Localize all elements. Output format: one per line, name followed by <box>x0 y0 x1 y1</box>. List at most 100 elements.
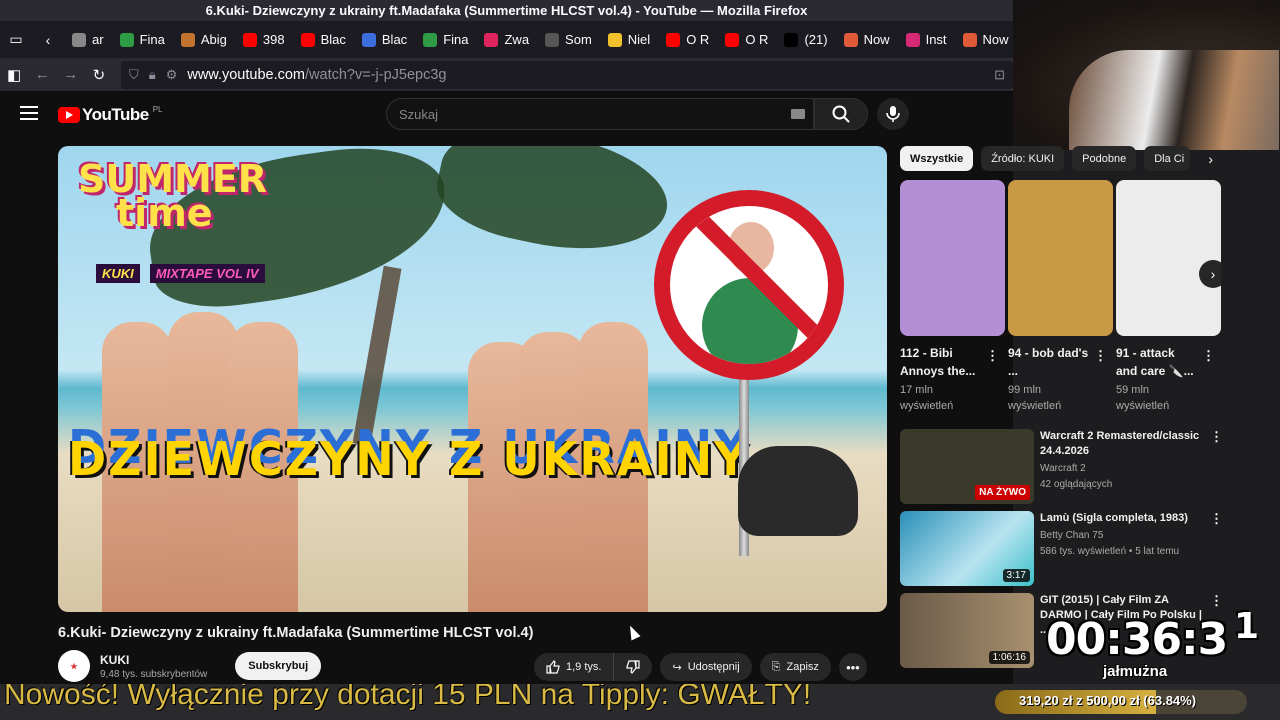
rec-title[interactable]: Lamù (Sigla completa, 1983) <box>1040 511 1212 526</box>
browser-tab[interactable]: Inst <box>898 21 955 58</box>
short-thumbnail[interactable] <box>900 180 1005 336</box>
more-vert-icon[interactable]: ⋮ <box>1094 348 1107 364</box>
microphone-icon <box>886 106 900 122</box>
browser-tab[interactable]: ar <box>64 21 112 58</box>
screenshot-icon[interactable]: ⊡ <box>994 67 1005 83</box>
channel-name[interactable]: KUKI <box>100 653 207 667</box>
more-vert-icon[interactable]: ⋮ <box>986 348 999 364</box>
rec-meta: 586 tys. wyświetleń • 5 lat temu <box>1040 546 1180 557</box>
stream-timer: 00:36:3 <box>1046 614 1228 665</box>
rec-title[interactable]: Warcraft 2 Remastered/classic 24.4.2026 <box>1040 429 1212 459</box>
yt-header: YouTube PL Szukaj <box>0 92 1013 136</box>
chip-for-you[interactable]: Dla Ci <box>1144 146 1191 171</box>
voice-search-button[interactable] <box>877 98 909 130</box>
short-item[interactable]: › 91 - attack and care 🔪... 59 mln wyświ… <box>1116 180 1221 414</box>
recommended-item[interactable]: 3:17 Lamù (Sigla completa, 1983) Betty C… <box>900 511 1230 586</box>
duration-badge: 1:06:16 <box>988 651 1030 664</box>
video-player[interactable]: SUMMER time KUKI MIXTAPE VOL IV DZIEWCZYN… <box>58 146 887 612</box>
reload-icon[interactable]: ↻ <box>85 60 113 89</box>
short-thumbnail[interactable]: › <box>1116 180 1221 336</box>
palm-trunk-decoration <box>352 265 402 447</box>
short-item[interactable]: 112 - Bibi Annoys the... 17 mln wyświetl… <box>900 180 1005 414</box>
permissions-icon[interactable]: ⚙ <box>166 67 178 83</box>
browser-tab[interactable]: Now <box>836 21 898 58</box>
browser-tab[interactable]: Fina <box>112 21 173 58</box>
lock-icon[interactable]: 🔒︎ <box>149 67 156 83</box>
browser-tab[interactable]: O R <box>658 21 717 58</box>
menu-icon[interactable] <box>20 106 38 120</box>
browser-tab[interactable]: Now <box>955 21 1013 58</box>
tab-label: O R <box>686 32 710 47</box>
thumbs-up-icon <box>546 660 560 674</box>
keyboard-icon[interactable] <box>791 109 805 119</box>
chip-source[interactable]: Źródło: KUKI <box>981 146 1065 171</box>
url-text[interactable]: www.youtube.com/watch?v=-j-pJ5epc3g <box>187 67 446 83</box>
tab-scroll-left-icon[interactable]: ‹ <box>32 21 64 58</box>
browser-tab[interactable]: O R <box>717 21 776 58</box>
channel-avatar[interactable]: ★ <box>58 650 90 682</box>
short-title[interactable]: 94 - bob dad's ... <box>1008 344 1090 380</box>
webcam-feed <box>1013 0 1280 150</box>
browser-tab[interactable]: Fina <box>415 21 476 58</box>
rec-thumbnail[interactable]: 3:17 <box>900 511 1034 586</box>
search-input[interactable]: Szukaj <box>386 98 814 130</box>
chip-all[interactable]: Wszystkie <box>900 146 974 171</box>
short-title[interactable]: 91 - attack and care 🔪... <box>1116 344 1198 380</box>
browser-tab[interactable]: (21) <box>776 21 835 58</box>
browser-tab[interactable]: 398 <box>235 21 293 58</box>
chevron-right-icon[interactable]: › <box>1198 146 1223 171</box>
like-button[interactable]: 1,9 tys. <box>534 653 615 681</box>
recommended-item[interactable]: NA ŻYWO Warcraft 2 Remastered/classic 24… <box>900 429 1230 504</box>
tab-favicon-icon <box>843 32 858 47</box>
short-thumbnail[interactable] <box>1008 180 1113 336</box>
short-item[interactable]: 94 - bob dad's ... 99 mln wyświetleń ⋮ <box>1008 180 1113 414</box>
rec-channel[interactable]: Betty Chan 75 <box>1040 529 1212 543</box>
subscribe-button[interactable]: Subskrybuj <box>235 652 322 680</box>
more-actions-button[interactable]: ••• <box>838 653 867 681</box>
rec-thumbnail[interactable]: 1:06:16 <box>900 593 1034 668</box>
browser-tab[interactable]: Som <box>537 21 600 58</box>
url-bar[interactable]: ⛉ 🔒︎ ⚙ www.youtube.com/watch?v=-j-pJ5epc… <box>121 60 1013 89</box>
donation-goal: 319,20 zł z 500,00 zł (63.84%) <box>995 684 1280 720</box>
save-label: Zapisz <box>786 661 819 673</box>
rec-meta: 42 oglądających <box>1040 479 1113 490</box>
browser-tab[interactable]: Niel <box>600 21 658 58</box>
live-badge: NA ŻYWO <box>975 485 1030 500</box>
rec-channel[interactable]: Warcraft 2 <box>1040 462 1212 476</box>
browser-tab[interactable]: Abig <box>173 21 235 58</box>
channel-info: KUKI 9,48 tys. subskrybentów <box>100 653 207 680</box>
short-views: 17 mln wyświetleń <box>900 384 954 412</box>
sidebar-icon[interactable]: ◧ <box>0 60 28 89</box>
chip-related[interactable]: Podobne <box>1072 146 1137 171</box>
prohibition-sign <box>654 190 844 380</box>
back-icon[interactable]: ← <box>28 60 56 89</box>
thumbnail-title: DZIEWCZYNY Z UKRAINY <box>68 432 750 486</box>
rec-thumbnail[interactable]: NA ŻYWO <box>900 429 1034 504</box>
share-button[interactable]: ↪ Udostępnij <box>660 653 752 681</box>
youtube-logo[interactable]: YouTube PL <box>58 105 163 125</box>
search-placeholder: Szukaj <box>399 106 439 122</box>
more-vert-icon[interactable]: ⋮ <box>1210 429 1223 445</box>
more-vert-icon[interactable]: ⋮ <box>1210 593 1223 609</box>
browser-tab[interactable]: Blac <box>354 21 415 58</box>
more-vert-icon[interactable]: ⋮ <box>1210 511 1223 527</box>
tab-label: O R <box>745 32 769 47</box>
more-vert-icon[interactable]: ⋮ <box>1202 348 1215 364</box>
save-button[interactable]: ⎘ Zapisz <box>759 653 831 681</box>
shorts-next-button[interactable]: › <box>1199 260 1221 288</box>
browser-tab[interactable]: Blac <box>293 21 354 58</box>
tab-list-icon[interactable]: ▭ <box>0 21 32 58</box>
tab-label: (21) <box>804 32 828 47</box>
browser-tab[interactable]: Zwa <box>476 21 537 58</box>
youtube-page: YouTube PL Szukaj SUMMER time KUKI MIXTAP… <box>0 92 1013 720</box>
tab-favicon-icon <box>784 32 799 47</box>
dislike-button[interactable] <box>614 653 652 681</box>
forward-icon[interactable]: → <box>57 60 85 89</box>
tab-favicon-icon <box>725 32 740 47</box>
shield-icon[interactable]: ⛉ <box>129 67 139 83</box>
search-button[interactable] <box>814 98 868 130</box>
tab-favicon-icon <box>905 32 920 47</box>
bookmark-icon: ⎘ <box>771 660 781 673</box>
ticker-text: Nowość! Wyłącznie przy dotacji 15 PLN na… <box>4 684 812 711</box>
short-title[interactable]: 112 - Bibi Annoys the... <box>900 344 982 380</box>
